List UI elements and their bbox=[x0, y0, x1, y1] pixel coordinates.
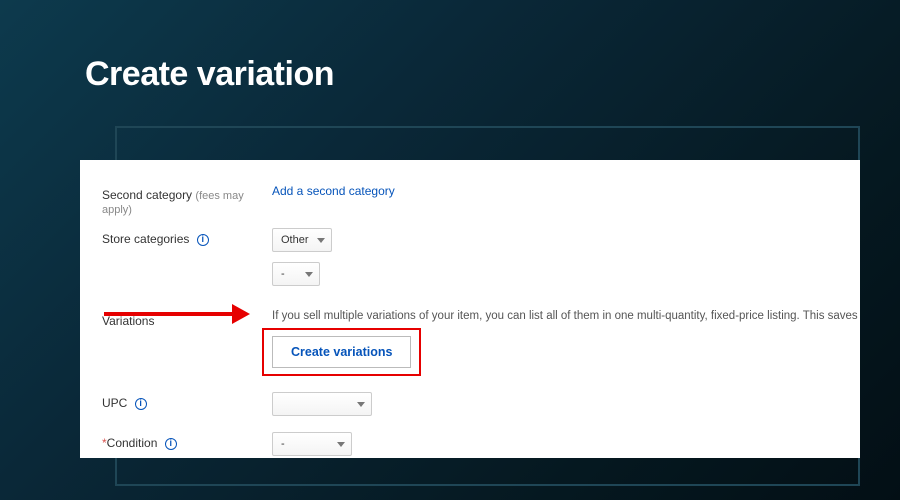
second-category-label: Second category (fees may apply) bbox=[102, 184, 272, 216]
store-category-secondary-select[interactable]: - bbox=[272, 262, 320, 286]
condition-label: *Condition i bbox=[102, 432, 272, 450]
condition-row: *Condition i - bbox=[80, 422, 860, 458]
store-category-secondary-value: - bbox=[281, 268, 285, 280]
chevron-down-icon bbox=[357, 402, 365, 407]
add-second-category-link[interactable]: Add a second category bbox=[272, 184, 395, 198]
store-categories-label: Store categories i bbox=[102, 228, 272, 246]
store-category-primary-select[interactable]: Other bbox=[272, 228, 332, 252]
upc-select[interactable] bbox=[272, 392, 372, 416]
upc-label: UPC i bbox=[102, 392, 272, 410]
arrow-right-icon bbox=[232, 304, 250, 324]
page-title: Create variation bbox=[0, 0, 900, 94]
condition-select[interactable]: - bbox=[272, 432, 352, 456]
store-categories-row: Store categories i Other - bbox=[80, 222, 860, 292]
chevron-down-icon bbox=[317, 238, 325, 243]
info-icon[interactable]: i bbox=[197, 234, 209, 246]
arrow-annotation bbox=[104, 308, 254, 328]
store-category-primary-value: Other bbox=[281, 234, 309, 246]
create-variations-button[interactable]: Create variations bbox=[272, 336, 411, 368]
info-icon[interactable]: i bbox=[165, 438, 177, 450]
variations-description: If you sell multiple variations of your … bbox=[272, 310, 860, 322]
variations-row: Variations If you sell multiple variatio… bbox=[80, 292, 860, 374]
chevron-down-icon bbox=[305, 272, 313, 277]
upc-row: UPC i bbox=[80, 374, 860, 422]
condition-value: - bbox=[281, 438, 285, 450]
second-category-row: Second category (fees may apply) Add a s… bbox=[80, 178, 860, 222]
chevron-down-icon bbox=[337, 442, 345, 447]
info-icon[interactable]: i bbox=[135, 398, 147, 410]
listing-form-panel: Second category (fees may apply) Add a s… bbox=[80, 160, 860, 458]
